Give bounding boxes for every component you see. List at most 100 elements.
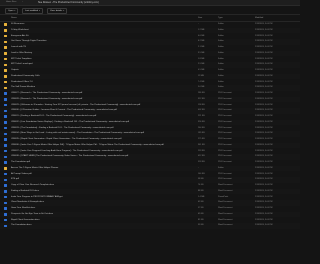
file-name: #FB031 - [Finding a Bookstall 101 - The … <box>11 115 97 117</box>
file-size: 286 KB <box>198 92 205 94</box>
view-dropdown[interactable]: View: details▾ <box>47 8 68 14</box>
file-size: 5.0 MB <box>198 86 205 89</box>
file-modified: 2/18/2024, 3:04 PM <box>255 126 273 129</box>
file-name: Copy of Clear Your Research Template.doc… <box>11 184 55 186</box>
file-modified: 2/18/2024, 3:04 PM <box>255 63 273 66</box>
file-row[interactable]: #FB034 - [Bees Ways to Get Lead - Listin… <box>0 131 300 137</box>
file-list: 00 Resources - Folder 2/18/2024, 3:04 PM 14 … <box>0 22 300 264</box>
file-row[interactable]: Rapid Client Generation.docx 81 KB Word Do… <box>0 218 300 224</box>
file-row[interactable]: #FB028 - [Research - The Productized Com… <box>0 96 300 103</box>
file-row[interactable]: #FB029 - [Welcome to #Founder - Starting… <box>0 103 300 109</box>
file-name: #FB033 - [The Foundation] - Finding a Bo… <box>11 126 114 129</box>
file-name: The Foundation.pdf <box>11 161 30 163</box>
file-type: Word Document <box>218 207 233 209</box>
file-size: 4.6 MB <box>198 34 205 37</box>
document-icon <box>4 92 7 95</box>
file-row[interactable]: #FB031 - [Finding a Bookstall 101 - The … <box>0 114 300 120</box>
document-icon <box>4 98 7 101</box>
file-row[interactable]: #FB038 - [START HERE] The Productized Co… <box>0 154 300 160</box>
file-row[interactable]: #FB027 - [Research - The Productized Com… <box>0 91 300 97</box>
file-row[interactable]: #FB035 - [Rapid Client Generation - Rapi… <box>0 137 300 143</box>
file-modified: 2/18/2024, 3:04 PM <box>255 51 273 54</box>
file-type: PDF Document <box>218 178 232 181</box>
breadcrumb-home[interactable]: Home Sites <box>6 0 16 5</box>
file-modified: 2/18/2024, 3:04 PM <box>255 57 273 60</box>
file-row[interactable]: Grow Your Sleeklist.docx 57 KB Word Docume… <box>0 206 300 212</box>
file-size: 0.5 MB <box>198 69 205 71</box>
file-modified: 2/18/2024, 3:04 PM <box>255 212 273 215</box>
file-row[interactable]: #FB032 - [Live Foundation Series Replays… <box>0 119 300 126</box>
file-modified: 2/18/2024, 3:04 PM <box>255 115 273 117</box>
file-name: Client Newsletter & Example.docx <box>11 201 44 204</box>
document-icon <box>4 126 7 130</box>
file-row[interactable]: Copy of Clear Your Research Template.doc… <box>0 183 300 189</box>
file-modified: 2/18/2024, 3:04 PM <box>255 155 273 158</box>
file-size: 221 KB <box>198 115 205 117</box>
file-row[interactable]: Finding a Bookstall 101.docx 88 KB Word Do… <box>0 188 300 195</box>
file-name: MIT Ticket Templates <box>11 57 32 60</box>
column-size[interactable]: Size <box>198 16 202 21</box>
file-row[interactable]: Client Newsletter & Example.docx 62 KB Wor… <box>0 200 300 206</box>
file-name: #FB036 - [Invite Your 7-Figure Matrix Of… <box>11 143 164 146</box>
file-modified: 2/18/2024, 3:04 PM <box>255 149 273 152</box>
file-row[interactable]: Got Views Through Digital Transition 6.2 … <box>0 39 300 45</box>
breadcrumb-separator: > <box>22 1 24 3</box>
file-row[interactable]: The Foundation.docx 93 KB Word Document 2/1… <box>0 223 300 229</box>
file-name: Outputs <box>11 69 19 71</box>
column-type[interactable]: Type <box>218 16 223 21</box>
document-icon <box>4 218 7 222</box>
file-row[interactable]: AI Prompt Videos.pdf 146 KB PDF Document 2/… <box>0 172 300 178</box>
breadcrumb-path[interactable]: Sue Rossen › The Productized Community (… <box>38 0 99 5</box>
file-row[interactable]: #FB036 - [Invite Your 7-Figure Matrix Of… <box>0 142 300 149</box>
file-type: PDF Document <box>218 126 232 129</box>
file-size: 198 KB <box>198 103 205 106</box>
file-name: The Self Promo Machine <box>11 86 36 89</box>
file-type: Folder <box>218 28 224 31</box>
file-row[interactable]: Lead to Offer Mastery 3.5 MB Folder 2/18/20… <box>0 50 300 57</box>
file-name: 14 day Worksheet <box>11 28 29 31</box>
file-row[interactable]: Productized Offers 2.0 7.4 MB Folder 2/18/2… <box>0 80 300 86</box>
file-row[interactable]: MIT Ticket Launchpad 2.9 MB Folder 2/18/202… <box>0 62 300 68</box>
file-row[interactable]: Outputs 0.5 MB Folder 2/18/2024, 3:04 PM <box>0 68 300 74</box>
column-name[interactable]: Name <box>11 16 17 21</box>
file-name: Productized Offers 2.0 <box>11 80 33 83</box>
file-name: #FB030 - [4 Premium Guides - Increase Fl… <box>11 109 117 112</box>
file-type: PDF Document <box>218 149 232 152</box>
file-type: PowerPoint <box>218 195 229 198</box>
file-size: 6.2 MB <box>198 40 205 43</box>
file-row[interactable]: BTS.pdf 98 KB PDF Document 2/18/2024, 3:04 … <box>0 177 300 183</box>
file-row[interactable]: MIT Ticket Templates 1.8 MB Folder 2/18/202… <box>0 57 300 63</box>
document-icon <box>4 115 7 118</box>
file-size: 518 KB <box>198 161 205 163</box>
file-type: PDF Document <box>218 172 232 175</box>
open-button[interactable]: Open▾ <box>5 8 19 14</box>
file-row[interactable]: Prospects Go Get Eye Time to Sit Out.doc… <box>0 211 300 218</box>
file-row[interactable]: 14 day Worksheet 1.2 MB Folder 2/18/2024, 3… <box>0 27 300 34</box>
file-name: #FB032 - [Live Foundation Series Replays… <box>11 120 130 123</box>
file-row[interactable]: Launch with TE 2.1 MB Folder 2/18/2024, 3:0… <box>0 45 300 51</box>
file-row[interactable]: Invite Your Program to PROPOSITIONNARY A… <box>0 195 300 201</box>
file-row[interactable]: Productized Community Calls 12 MB Folder 2/… <box>0 73 300 80</box>
sort-dropdown[interactable]: Last modified▾ <box>22 8 44 14</box>
file-row[interactable]: 00 Resources - Folder 2/18/2024, 3:04 PM <box>0 22 300 28</box>
file-row[interactable]: Access The 7-Figure Matrix Offer Helper … <box>0 165 300 172</box>
file-name: #FB034 - [Bees Ways to Get Lead - Listin… <box>11 132 144 135</box>
file-modified: 2/18/2024, 3:04 PM <box>255 138 273 140</box>
file-row[interactable]: #FB037 - [Invite Your Program/Coaching A… <box>0 149 300 155</box>
file-row[interactable]: The Foundation.pdf 518 KB PDF Document 2/18… <box>0 160 300 166</box>
file-type: PDF Document <box>218 109 232 112</box>
file-modified: 2/18/2024, 3:04 PM <box>255 74 273 77</box>
file-modified: 2/18/2024, 3:04 PM <box>255 224 273 227</box>
sort-dropdown-label: Last modified <box>25 10 39 12</box>
file-row[interactable]: The Self Promo Machine 5.0 MB Folder 2/18/2… <box>0 85 300 91</box>
file-row[interactable]: #FB030 - [4 Premium Guides - Increase Fl… <box>0 108 300 114</box>
file-row[interactable]: #FB033 - [The Foundation] - Finding a Bo… <box>0 126 300 132</box>
file-modified: 2/18/2024, 3:04 PM <box>255 143 273 146</box>
file-type: PDF Document <box>218 92 232 94</box>
document-icon <box>4 109 7 113</box>
file-size: 98 KB <box>198 178 204 181</box>
column-modified[interactable]: Modified <box>255 16 263 21</box>
file-size: 341 KB <box>198 143 205 146</box>
file-row[interactable]: Evergreen Ads Kit 4.6 MB Folder 2/18/2024, … <box>0 34 300 40</box>
document-icon <box>4 224 7 228</box>
